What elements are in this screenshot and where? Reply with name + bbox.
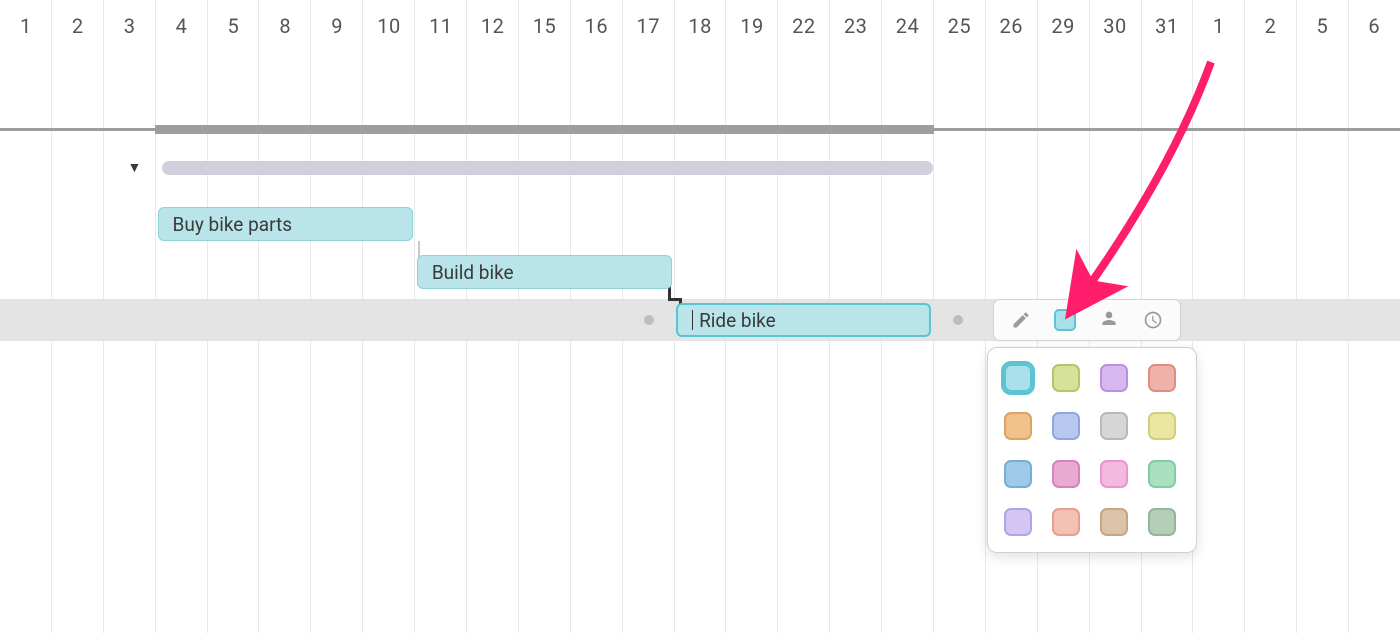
day-header-cell: 5 (207, 0, 259, 48)
day-header-cell: 1 (0, 0, 52, 48)
color-chip[interactable] (1148, 508, 1176, 536)
collapse-caret-icon[interactable]: ▼ (128, 159, 142, 176)
color-chip[interactable] (1004, 412, 1032, 440)
day-header-cell: 16 (570, 0, 622, 48)
task-toolbar (993, 299, 1181, 341)
day-header-cell: 1 (1193, 0, 1245, 48)
summary-bar[interactable] (162, 161, 934, 175)
user-icon (1099, 310, 1119, 330)
day-header-cell: 19 (726, 0, 778, 48)
day-header-cell: 23 (830, 0, 882, 48)
color-chip[interactable] (1100, 460, 1128, 488)
day-header-cell: 3 (104, 0, 156, 48)
day-header-cell: 8 (259, 0, 311, 48)
day-header-cell: 10 (363, 0, 415, 48)
color-chip[interactable] (1100, 364, 1128, 392)
clock-icon (1143, 310, 1163, 330)
color-chip[interactable] (1004, 364, 1032, 392)
color-swatch-icon (1054, 309, 1076, 331)
color-chip[interactable] (1052, 364, 1080, 392)
day-header-cell: 9 (311, 0, 363, 48)
color-chip[interactable] (1100, 508, 1128, 536)
task-label: Ride bike (699, 309, 776, 332)
gantt-chart: 1234589101112151617181922232425262930311… (0, 0, 1400, 633)
day-header-cell: 5 (1296, 0, 1348, 48)
day-header-cell: 26 (985, 0, 1037, 48)
day-header-cell: 2 (52, 0, 104, 48)
color-chip[interactable] (1148, 364, 1176, 392)
color-chip[interactable] (1148, 460, 1176, 488)
color-button[interactable] (1044, 304, 1086, 336)
color-chip[interactable] (1052, 460, 1080, 488)
day-header-cell: 29 (1037, 0, 1089, 48)
color-chip[interactable] (1052, 508, 1080, 536)
day-header-cell: 31 (1141, 0, 1193, 48)
day-header-cell: 4 (156, 0, 208, 48)
task-label: Build bike (432, 261, 514, 284)
timeline-header: 1234589101112151617181922232425262930311… (0, 0, 1400, 48)
day-header-cell: 17 (622, 0, 674, 48)
day-header-cell: 25 (933, 0, 985, 48)
task-label: Buy bike parts (173, 213, 292, 236)
assign-button[interactable] (1088, 304, 1130, 336)
timeline-progress (155, 125, 935, 134)
day-header-cell: 24 (882, 0, 934, 48)
color-chip[interactable] (1004, 460, 1032, 488)
day-header-cell: 15 (519, 0, 571, 48)
day-header-cell: 6 (1348, 0, 1400, 48)
color-chip[interactable] (1100, 412, 1128, 440)
day-header-cell: 12 (467, 0, 519, 48)
color-chip[interactable] (1004, 508, 1032, 536)
task-bar[interactable]: Build bike (417, 255, 672, 289)
color-chip[interactable] (1148, 412, 1176, 440)
day-header-cell: 2 (1245, 0, 1297, 48)
pencil-icon (1011, 310, 1031, 330)
day-header-cell: 30 (1089, 0, 1141, 48)
day-header-cell: 18 (674, 0, 726, 48)
schedule-button[interactable] (1132, 304, 1174, 336)
day-header-cell: 22 (778, 0, 830, 48)
day-header-cell: 11 (415, 0, 467, 48)
task-drag-handle-left[interactable] (644, 315, 654, 325)
edit-button[interactable] (1000, 304, 1042, 336)
color-chip[interactable] (1052, 412, 1080, 440)
color-picker-popover (987, 347, 1197, 553)
task-bar[interactable]: Buy bike parts (158, 207, 413, 241)
task-bar-selected[interactable]: Ride bike (676, 303, 931, 337)
text-cursor-icon (692, 310, 693, 330)
